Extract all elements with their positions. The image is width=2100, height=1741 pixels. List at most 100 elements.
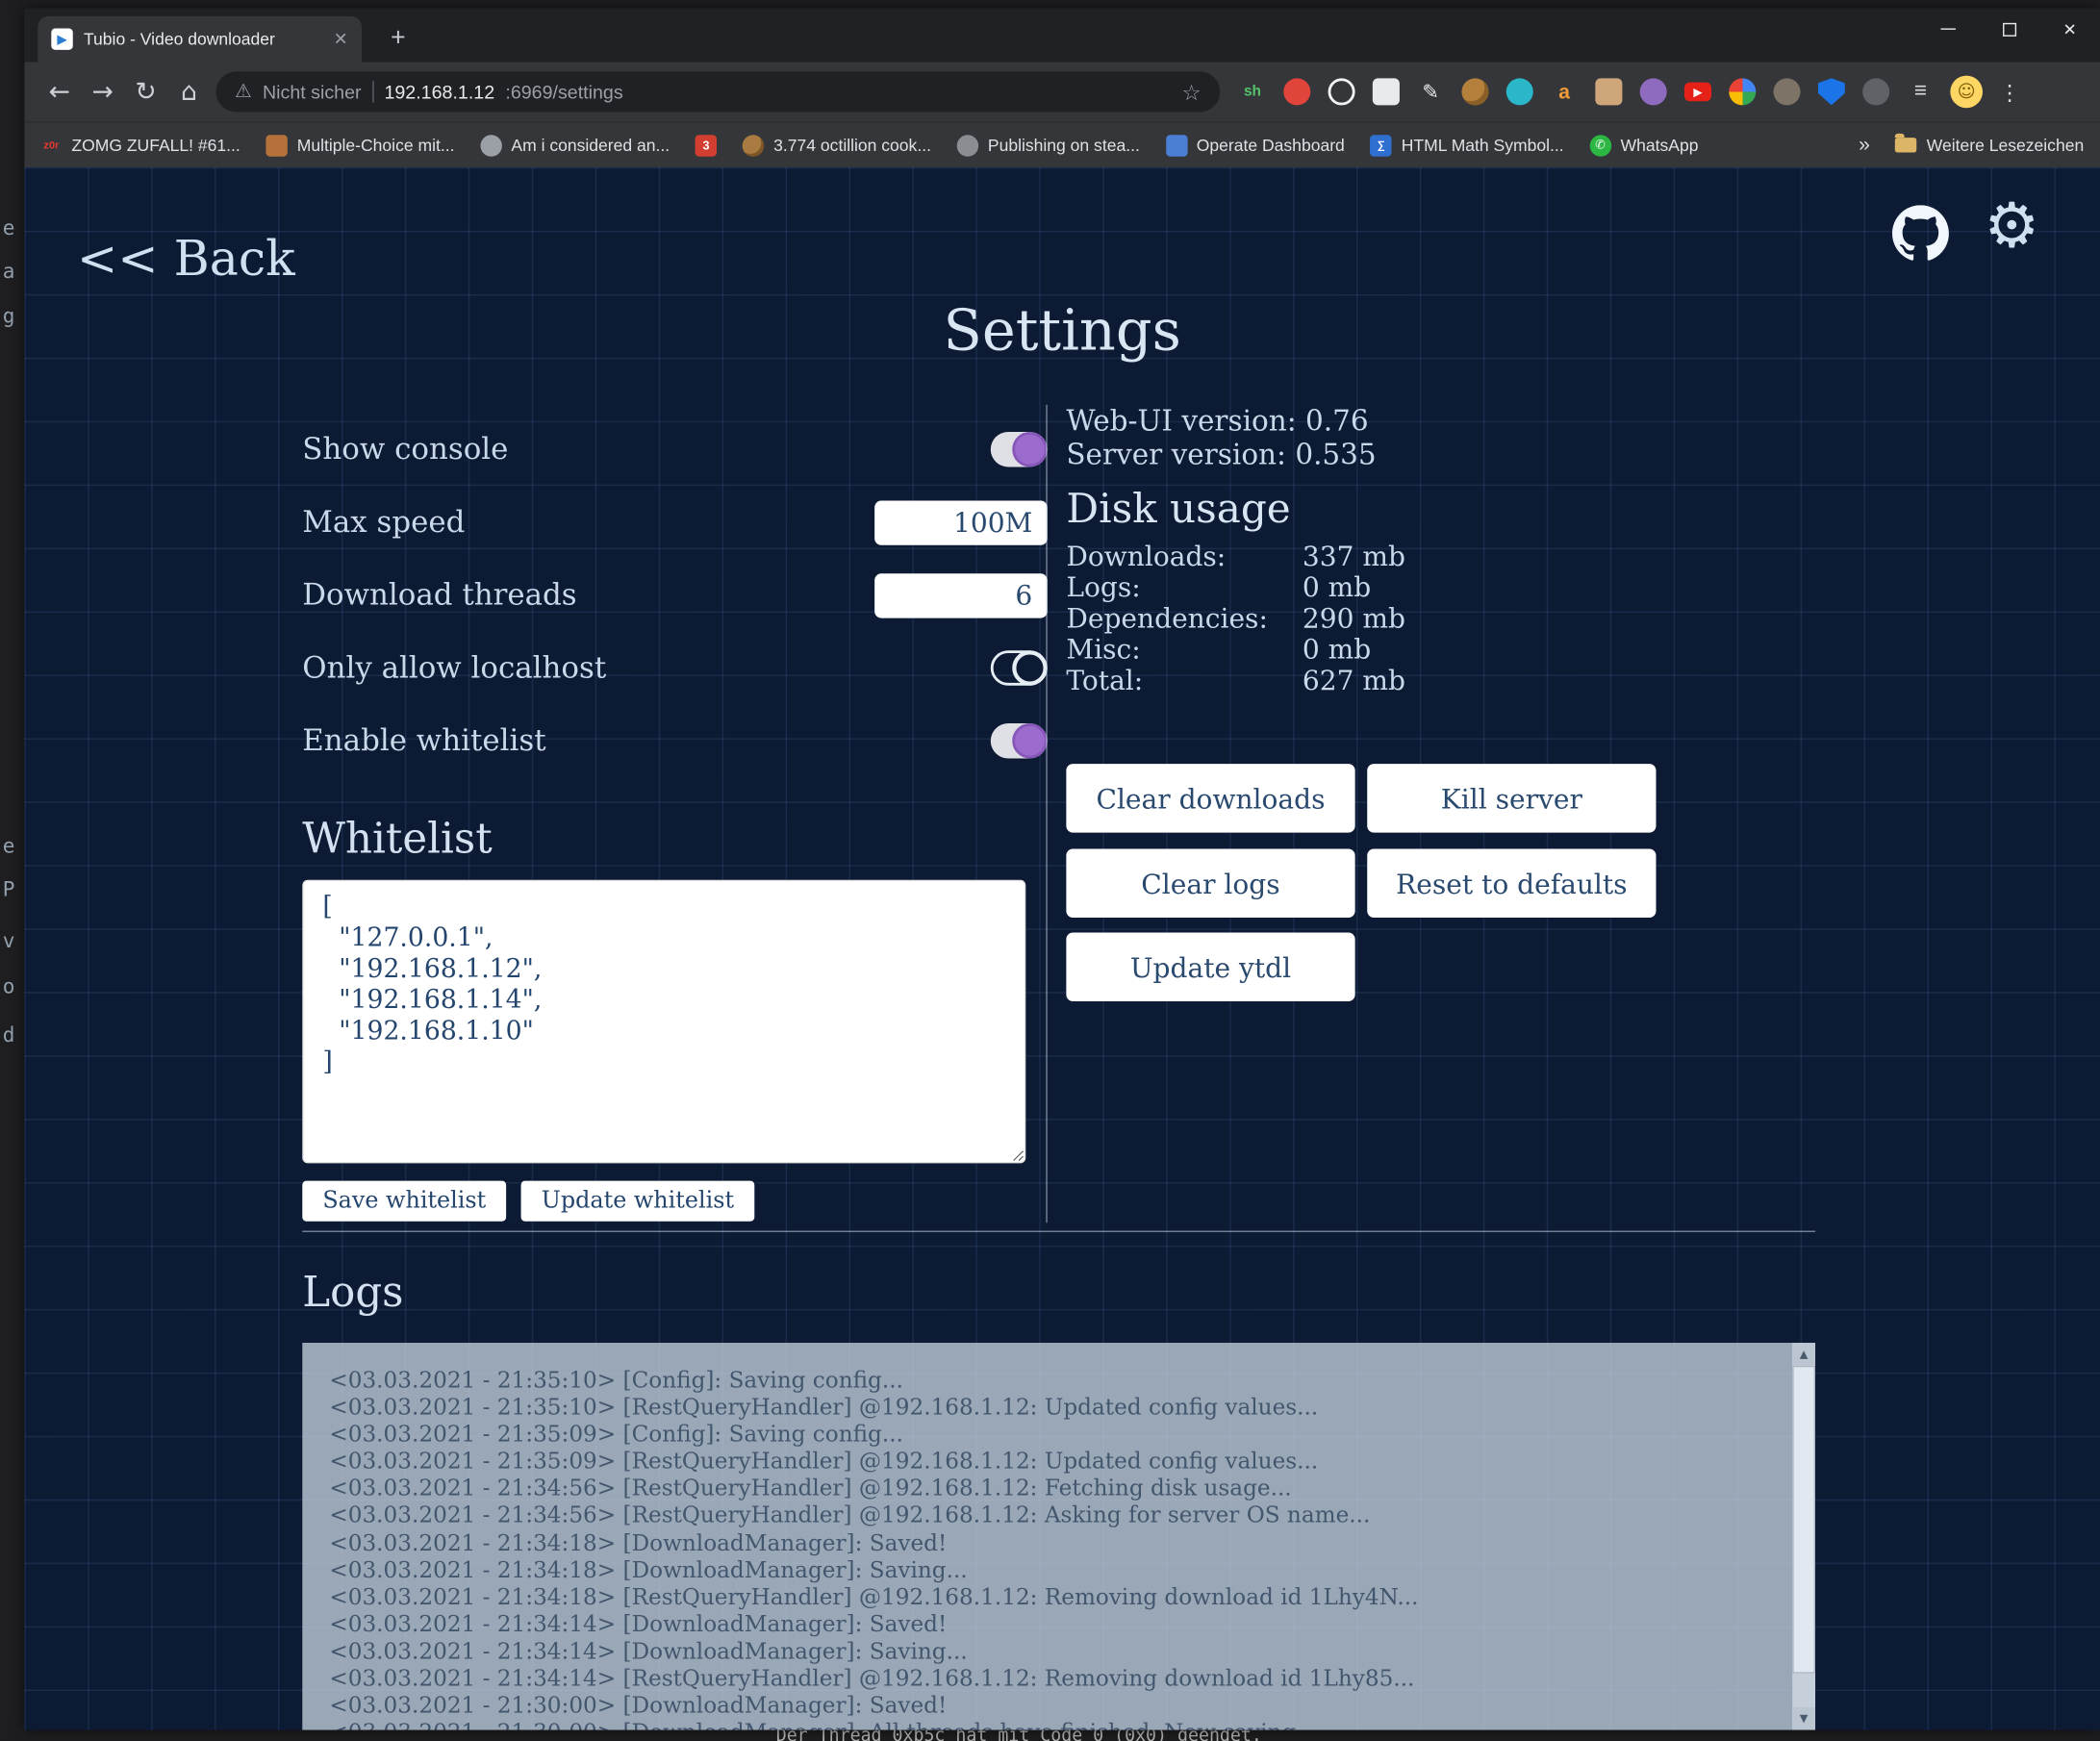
bookmark-publishing-steam[interactable]: Publishing on stea... (957, 135, 1140, 156)
other-bookmarks-button[interactable]: Weitere Lesezeichen (1895, 136, 2084, 155)
address-bar[interactable]: ⚠ Nicht sicher 192.168.1.12 :6969/settin… (215, 71, 1220, 112)
cookie-extension-icon[interactable] (1461, 78, 1488, 105)
toggle-knob (1012, 723, 1047, 758)
puzzle-extension-icon[interactable] (1862, 78, 1889, 105)
bookmark-icon-only[interactable]: 3 (696, 135, 717, 156)
disk-row-misc: Misc: 0 mb (1066, 634, 1405, 665)
reset-to-defaults-button[interactable]: Reset to defaults (1367, 848, 1656, 918)
scroll-up-icon[interactable]: ▲ (1792, 1343, 1815, 1366)
disk-label: Dependencies: (1066, 603, 1303, 634)
sh-extension-icon[interactable]: sh (1239, 78, 1266, 105)
profile-avatar[interactable]: ☺ (1950, 76, 1983, 109)
scroll-down-icon[interactable]: ▼ (1792, 1707, 1815, 1730)
background-window-letter: e (3, 834, 15, 858)
bookmark-multiple-choice[interactable]: Multiple-Choice mit... (266, 135, 454, 156)
shopping-extension-icon[interactable] (1595, 78, 1622, 105)
math-favicon-icon: ∑ (1370, 135, 1391, 156)
disk-usage-heading: Disk usage (1066, 486, 1290, 533)
toggle-knob (1012, 432, 1047, 467)
back-link[interactable]: << Back (77, 232, 295, 288)
steam-favicon-icon (957, 135, 978, 156)
bookmark-zomg[interactable]: z0r ZOMG ZUFALL! #61... (40, 135, 240, 156)
shield-extension-icon[interactable] (1818, 78, 1845, 105)
whitelist-textarea[interactable]: [ "127.0.0.1", "192.168.1.12", "192.168.… (302, 880, 1025, 1164)
purple-extension-icon[interactable] (1640, 78, 1667, 105)
max-speed-input[interactable] (874, 500, 1048, 544)
notes-extension-icon[interactable] (1373, 78, 1400, 105)
bookmark-html-math[interactable]: ∑ HTML Math Symbol... (1370, 135, 1563, 156)
security-label: Nicht sicher (263, 81, 362, 102)
orange-favicon-icon (266, 135, 287, 156)
minimize-icon (1941, 28, 1956, 30)
bookmark-operate-dashboard[interactable]: Operate Dashboard (1165, 135, 1344, 156)
kill-server-button[interactable]: Kill server (1367, 764, 1656, 833)
version-info: Web-UI version: 0.76 Server version: 0.5… (1066, 405, 1376, 472)
download-threads-input[interactable] (874, 573, 1048, 618)
google-extension-icon[interactable] (1729, 78, 1756, 105)
setting-label: Enable whitelist (302, 724, 545, 758)
needle-extension-icon[interactable] (1774, 78, 1801, 105)
page-title: Settings (24, 297, 2100, 364)
other-bookmarks-label: Weitere Lesezeichen (1927, 136, 2084, 155)
bookmark-label: HTML Math Symbol... (1402, 136, 1564, 155)
ring-extension-icon[interactable] (1328, 78, 1355, 105)
forward-button[interactable]: → (81, 70, 124, 114)
bookmark-am-i-considered[interactable]: Am i considered an... (480, 135, 670, 156)
browser-menu-button[interactable]: ⋮ (1993, 76, 2026, 109)
only-localhost-toggle[interactable] (991, 650, 1048, 685)
log-line: <03.03.2021 - 21:30:00> [DownloadManager… (329, 1720, 1761, 1730)
minimize-button[interactable] (1918, 8, 1979, 49)
bookmark-star-icon[interactable]: ☆ (1182, 79, 1202, 105)
window-controls: ✕ (1918, 8, 2100, 49)
logs-heading: Logs (302, 1269, 403, 1318)
bookmarks-bar: z0r ZOMG ZUFALL! #61... Multiple-Choice … (24, 121, 2100, 167)
settings-page: << Back ⚙ Settings Show console Max spee… (24, 167, 2100, 1730)
clear-logs-button[interactable]: Clear logs (1066, 848, 1354, 918)
log-scrollbar[interactable]: ▲ ▼ (1792, 1343, 1815, 1730)
scrollbar-thumb[interactable] (1792, 1366, 1815, 1674)
whatsapp-favicon-icon: ✆ (1589, 135, 1610, 156)
teal-extension-icon[interactable] (1506, 78, 1533, 105)
tab-close-icon[interactable]: ✕ (334, 28, 348, 49)
close-button[interactable]: ✕ (2039, 8, 2100, 49)
amazon-assistant-icon[interactable]: a (1551, 78, 1578, 105)
log-line: <03.03.2021 - 21:34:56> [RestQueryHandle… (329, 1476, 1761, 1502)
log-line: <03.03.2021 - 21:35:09> [RestQueryHandle… (329, 1449, 1761, 1476)
github-icon[interactable] (1892, 205, 1949, 262)
new-tab-button[interactable]: + (381, 21, 416, 56)
enable-whitelist-toggle[interactable] (991, 723, 1048, 758)
home-button[interactable]: ⌂ (167, 70, 211, 114)
server-version: Server version: 0.535 (1066, 439, 1376, 472)
browser-tab[interactable]: ▶ Tubio - Video downloader ✕ (38, 16, 362, 63)
log-line: <03.03.2021 - 21:34:14> [DownloadManager… (329, 1638, 1761, 1665)
youtube-extension-icon[interactable]: ▶ (1684, 83, 1711, 102)
update-whitelist-button[interactable]: Update whitelist (521, 1181, 754, 1222)
back-button[interactable]: ← (38, 70, 81, 114)
bookmark-whatsapp[interactable]: ✆ WhatsApp (1589, 135, 1698, 156)
disk-row-logs: Logs: 0 mb (1066, 572, 1405, 603)
gear-icon[interactable]: ⚙ (1984, 194, 2039, 257)
pen-extension-icon[interactable]: ✎ (1417, 78, 1444, 105)
adblock-extension-icon[interactable] (1283, 78, 1310, 105)
bookmark-cookie-clicker[interactable]: 3.774 octillion cook... (743, 135, 931, 156)
list-extension-icon[interactable]: ≡ (1907, 78, 1934, 105)
folder-icon (1895, 138, 1916, 152)
update-ytdl-button[interactable]: Update ytdl (1066, 932, 1354, 1001)
background-window-letter: g (3, 304, 15, 328)
reload-button[interactable]: ↻ (124, 70, 167, 114)
background-window-letter: o (3, 974, 15, 998)
setting-row-download-threads: Download threads (302, 559, 1047, 632)
log-line: <03.03.2021 - 21:34:14> [DownloadManager… (329, 1611, 1761, 1638)
bookmarks-overflow-button[interactable]: » (1859, 134, 1870, 157)
save-whitelist-button[interactable]: Save whitelist (302, 1181, 506, 1222)
bookmark-label: WhatsApp (1621, 136, 1699, 155)
log-lines: <03.03.2021 - 21:35:10> [Config]: Saving… (302, 1343, 1815, 1730)
setting-label: Max speed (302, 505, 465, 539)
clear-downloads-button[interactable]: Clear downloads (1066, 764, 1354, 833)
url-path: :6969/settings (505, 81, 622, 102)
setting-label: Only allow localhost (302, 651, 606, 685)
whitelist-heading: Whitelist (302, 815, 492, 864)
show-console-toggle[interactable] (991, 432, 1048, 467)
maximize-button[interactable] (1979, 8, 2039, 49)
maximize-icon (2002, 22, 2015, 36)
